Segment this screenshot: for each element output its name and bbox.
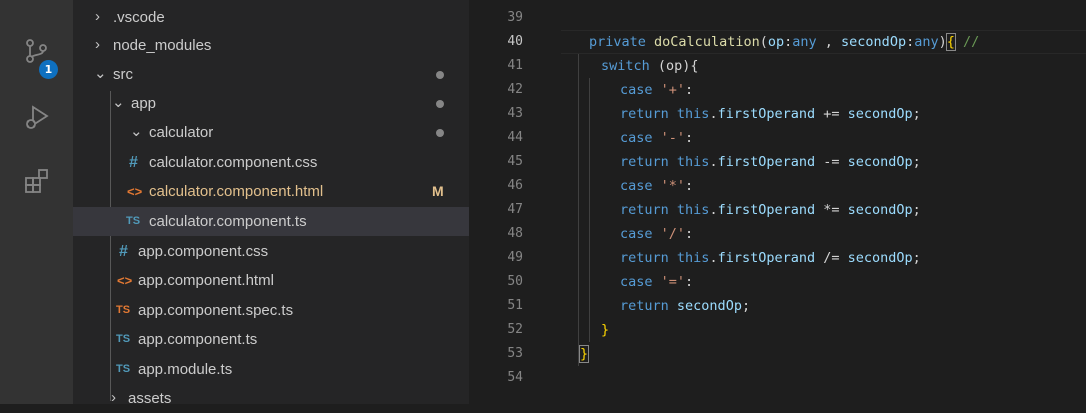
line-number-active: 40 [507, 34, 523, 49]
typescript-file-icon: TS [126, 215, 141, 227]
activity-bar: 1 [0, 0, 73, 404]
tree-item-calculator-component-ts[interactable]: TS calculator.component.ts [73, 207, 469, 236]
modified-dot [436, 71, 444, 79]
code-line-43: return this.firstOperand += secondOp; [620, 106, 921, 122]
typescript-spec-file-icon: TS [116, 304, 131, 316]
line-number: 51 [507, 298, 523, 313]
html-file-icon: <> [117, 273, 133, 288]
code-line-45: return this.firstOperand -= secondOp; [620, 154, 921, 170]
typescript-file-icon: TS [116, 333, 131, 345]
tree-item-app[interactable]: ⌄ app [73, 89, 469, 118]
line-number: 54 [507, 370, 523, 385]
code-line-40: private doCalculation(op:any , secondOp:… [589, 33, 980, 51]
line-number: 47 [507, 202, 523, 217]
tree-item-assets[interactable]: › assets [73, 384, 469, 413]
extensions-icon[interactable] [24, 168, 50, 194]
line-number: 42 [507, 82, 523, 97]
tree-item-app-component-ts[interactable]: TS app.component.ts [73, 325, 469, 354]
code-line-53: } [578, 345, 590, 363]
code-line-41: switch (op){ [601, 58, 699, 74]
tree-item-calculator-component-css[interactable]: # calculator.component.css [73, 148, 469, 177]
line-number: 43 [507, 106, 523, 121]
modified-dot [436, 100, 444, 108]
indent-guide [578, 54, 579, 366]
tree-item-app-module-ts[interactable]: TS app.module.ts [73, 355, 469, 384]
typescript-file-icon: TS [116, 363, 131, 375]
tree-item-node-modules[interactable]: › node_modules [73, 31, 469, 60]
chevron-right-icon: › [111, 389, 116, 406]
code-line-49: return this.firstOperand /= secondOp; [620, 250, 921, 266]
code-editor[interactable]: private doCalculation(op:any , secondOp:… [561, 0, 1086, 404]
code-line-46: case '*': [620, 178, 694, 194]
code-line-42: case '+': [620, 82, 694, 98]
line-number: 52 [507, 322, 523, 337]
code-line-50: case '=': [620, 274, 694, 290]
line-number-gutter: 39 40 41 42 43 44 45 46 47 48 49 50 51 5… [469, 0, 561, 404]
code-line-52: } [601, 322, 610, 338]
chevron-down-icon: ⌄ [112, 94, 125, 111]
line-number: 53 [507, 346, 523, 361]
tree-item-src[interactable]: ⌄ src [73, 60, 469, 89]
chevron-right-icon: › [95, 8, 100, 25]
tree-item-app-component-spec-ts[interactable]: TS app.component.spec.ts [73, 296, 469, 325]
line-number: 50 [507, 274, 523, 289]
line-number: 44 [507, 130, 523, 145]
source-control-badge: 1 [39, 60, 58, 79]
html-file-icon: <> [127, 184, 143, 199]
code-line-47: return this.firstOperand *= secondOp; [620, 202, 921, 218]
chevron-down-icon: ⌄ [130, 123, 143, 140]
tree-item-calculator[interactable]: ⌄ calculator [73, 118, 469, 147]
tree-item-vscode[interactable]: › .vscode [73, 3, 469, 32]
line-number: 39 [507, 10, 523, 25]
line-number: 45 [507, 154, 523, 169]
css-file-icon: # [119, 243, 128, 260]
line-number: 49 [507, 250, 523, 265]
code-line-51: return secondOp; [620, 298, 751, 314]
css-file-icon: # [129, 154, 138, 171]
explorer-sidebar: › .vscode › node_modules ⌄ src ⌄ app ⌄ c… [73, 0, 469, 407]
indent-guide [589, 78, 590, 342]
tree-item-calculator-component-html[interactable]: <> calculator.component.html M [73, 177, 469, 206]
line-number: 48 [507, 226, 523, 241]
code-line-48: case '/': [620, 226, 694, 242]
chevron-right-icon: › [95, 36, 100, 53]
chevron-down-icon: ⌄ [94, 65, 107, 82]
code-line-44: case '-': [620, 130, 694, 146]
line-number: 46 [507, 178, 523, 193]
modified-dot [436, 129, 444, 137]
tree-item-app-component-css[interactable]: # app.component.css [73, 237, 469, 266]
git-status-modified: M [432, 183, 444, 199]
run-debug-icon[interactable] [24, 104, 50, 130]
tree-item-app-component-html[interactable]: <> app.component.html [73, 266, 469, 295]
line-number: 41 [507, 58, 523, 73]
